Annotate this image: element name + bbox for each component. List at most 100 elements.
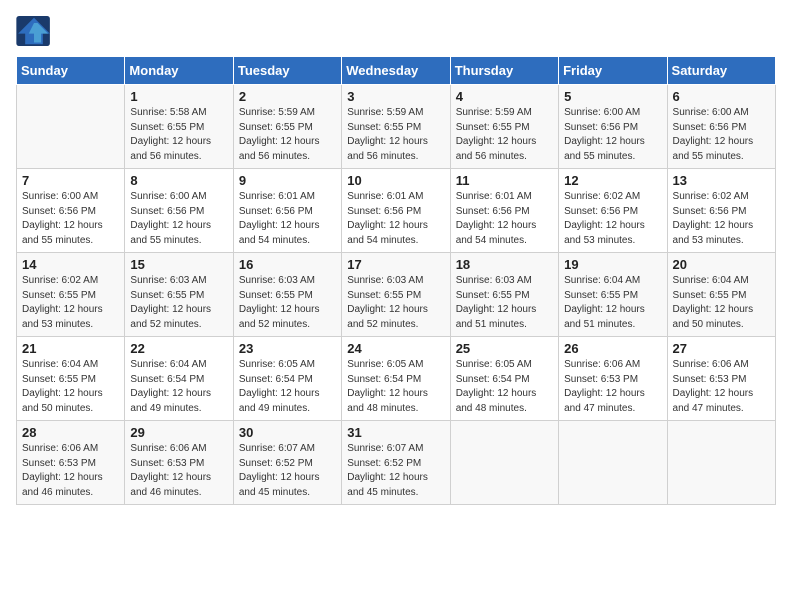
calendar-cell: 30 Sunrise: 6:07 AMSunset: 6:52 PMDayligh… bbox=[233, 421, 341, 505]
header-day: Saturday bbox=[667, 57, 775, 85]
page-header bbox=[16, 16, 776, 46]
day-number: 18 bbox=[456, 257, 553, 272]
day-info: Sunrise: 5:59 AMSunset: 6:55 PMDaylight:… bbox=[347, 106, 444, 164]
calendar-cell: 17 Sunrise: 6:03 AMSunset: 6:55 PMDayligh… bbox=[342, 253, 450, 337]
day-info: Sunrise: 6:01 AMSunset: 6:56 PMDaylight:… bbox=[456, 190, 553, 248]
day-info: Sunrise: 6:00 AMSunset: 6:56 PMDaylight:… bbox=[673, 106, 770, 164]
day-info: Sunrise: 6:04 AMSunset: 6:55 PMDaylight:… bbox=[564, 274, 661, 332]
day-number: 5 bbox=[564, 89, 661, 104]
day-info: Sunrise: 5:59 AMSunset: 6:55 PMDaylight:… bbox=[456, 106, 553, 164]
calendar-cell: 6 Sunrise: 6:00 AMSunset: 6:56 PMDaylight… bbox=[667, 85, 775, 169]
calendar-cell: 20 Sunrise: 6:04 AMSunset: 6:55 PMDayligh… bbox=[667, 253, 775, 337]
day-number: 24 bbox=[347, 341, 444, 356]
day-number: 29 bbox=[130, 425, 227, 440]
day-info: Sunrise: 6:05 AMSunset: 6:54 PMDaylight:… bbox=[456, 358, 553, 416]
day-info: Sunrise: 6:03 AMSunset: 6:55 PMDaylight:… bbox=[130, 274, 227, 332]
day-number: 9 bbox=[239, 173, 336, 188]
calendar-cell: 5 Sunrise: 6:00 AMSunset: 6:56 PMDaylight… bbox=[559, 85, 667, 169]
calendar-cell bbox=[667, 421, 775, 505]
calendar-cell: 10 Sunrise: 6:01 AMSunset: 6:56 PMDayligh… bbox=[342, 169, 450, 253]
day-number: 20 bbox=[673, 257, 770, 272]
calendar-cell: 1 Sunrise: 5:58 AMSunset: 6:55 PMDaylight… bbox=[125, 85, 233, 169]
day-info: Sunrise: 6:06 AMSunset: 6:53 PMDaylight:… bbox=[673, 358, 770, 416]
day-info: Sunrise: 6:03 AMSunset: 6:55 PMDaylight:… bbox=[239, 274, 336, 332]
day-info: Sunrise: 6:01 AMSunset: 6:56 PMDaylight:… bbox=[347, 190, 444, 248]
day-number: 17 bbox=[347, 257, 444, 272]
calendar-cell: 25Sunrise: 6:05 AMSunset: 6:54 PMDayligh… bbox=[450, 337, 558, 421]
calendar-cell: 13 Sunrise: 6:02 AMSunset: 6:56 PMDayligh… bbox=[667, 169, 775, 253]
calendar-cell: 11 Sunrise: 6:01 AMSunset: 6:56 PMDayligh… bbox=[450, 169, 558, 253]
calendar-cell: 24Sunrise: 6:05 AMSunset: 6:54 PMDayligh… bbox=[342, 337, 450, 421]
day-number: 12 bbox=[564, 173, 661, 188]
calendar-cell: 8 Sunrise: 6:00 AMSunset: 6:56 PMDaylight… bbox=[125, 169, 233, 253]
logo-icon bbox=[16, 16, 52, 46]
day-info: Sunrise: 5:59 AMSunset: 6:55 PMDaylight:… bbox=[239, 106, 336, 164]
header-day: Wednesday bbox=[342, 57, 450, 85]
day-number: 13 bbox=[673, 173, 770, 188]
day-number: 30 bbox=[239, 425, 336, 440]
day-number: 26 bbox=[564, 341, 661, 356]
day-number: 6 bbox=[673, 89, 770, 104]
day-info: Sunrise: 6:00 AMSunset: 6:56 PMDaylight:… bbox=[22, 190, 119, 248]
calendar-cell: 2 Sunrise: 5:59 AMSunset: 6:55 PMDaylight… bbox=[233, 85, 341, 169]
day-info: Sunrise: 5:58 AMSunset: 6:55 PMDaylight:… bbox=[130, 106, 227, 164]
day-number: 22 bbox=[130, 341, 227, 356]
day-number: 21 bbox=[22, 341, 119, 356]
calendar-cell: 3Sunrise: 5:59 AMSunset: 6:55 PMDaylight… bbox=[342, 85, 450, 169]
day-number: 2 bbox=[239, 89, 336, 104]
day-info: Sunrise: 6:02 AMSunset: 6:56 PMDaylight:… bbox=[564, 190, 661, 248]
calendar-cell: 23 Sunrise: 6:05 AMSunset: 6:54 PMDayligh… bbox=[233, 337, 341, 421]
header-day: Friday bbox=[559, 57, 667, 85]
calendar-cell: 9 Sunrise: 6:01 AMSunset: 6:56 PMDaylight… bbox=[233, 169, 341, 253]
calendar-week: 7 Sunrise: 6:00 AMSunset: 6:56 PMDaylight… bbox=[17, 169, 776, 253]
day-number: 4 bbox=[456, 89, 553, 104]
day-info: Sunrise: 6:03 AMSunset: 6:55 PMDaylight:… bbox=[347, 274, 444, 332]
calendar-cell: 15Sunrise: 6:03 AMSunset: 6:55 PMDayligh… bbox=[125, 253, 233, 337]
calendar-cell: 14Sunrise: 6:02 AMSunset: 6:55 PMDayligh… bbox=[17, 253, 125, 337]
calendar-cell: 21 Sunrise: 6:04 AMSunset: 6:55 PMDayligh… bbox=[17, 337, 125, 421]
day-info: Sunrise: 6:04 AMSunset: 6:54 PMDaylight:… bbox=[130, 358, 227, 416]
day-number: 11 bbox=[456, 173, 553, 188]
calendar-week: 14Sunrise: 6:02 AMSunset: 6:55 PMDayligh… bbox=[17, 253, 776, 337]
calendar-cell: 18 Sunrise: 6:03 AMSunset: 6:55 PMDayligh… bbox=[450, 253, 558, 337]
calendar-cell: 4 Sunrise: 5:59 AMSunset: 6:55 PMDaylight… bbox=[450, 85, 558, 169]
day-info: Sunrise: 6:00 AMSunset: 6:56 PMDaylight:… bbox=[564, 106, 661, 164]
calendar-cell: 7 Sunrise: 6:00 AMSunset: 6:56 PMDaylight… bbox=[17, 169, 125, 253]
calendar-week: 28 Sunrise: 6:06 AMSunset: 6:53 PMDayligh… bbox=[17, 421, 776, 505]
day-number: 19 bbox=[564, 257, 661, 272]
day-number: 31 bbox=[347, 425, 444, 440]
day-info: Sunrise: 6:05 AMSunset: 6:54 PMDaylight:… bbox=[239, 358, 336, 416]
day-number: 1 bbox=[130, 89, 227, 104]
header-day: Sunday bbox=[17, 57, 125, 85]
day-info: Sunrise: 6:04 AMSunset: 6:55 PMDaylight:… bbox=[673, 274, 770, 332]
calendar-cell: 19 Sunrise: 6:04 AMSunset: 6:55 PMDayligh… bbox=[559, 253, 667, 337]
day-info: Sunrise: 6:03 AMSunset: 6:55 PMDaylight:… bbox=[456, 274, 553, 332]
logo bbox=[16, 16, 56, 46]
day-info: Sunrise: 6:00 AMSunset: 6:56 PMDaylight:… bbox=[130, 190, 227, 248]
day-number: 23 bbox=[239, 341, 336, 356]
calendar-cell bbox=[17, 85, 125, 169]
day-number: 28 bbox=[22, 425, 119, 440]
day-number: 8 bbox=[130, 173, 227, 188]
day-info: Sunrise: 6:04 AMSunset: 6:55 PMDaylight:… bbox=[22, 358, 119, 416]
day-number: 10 bbox=[347, 173, 444, 188]
day-number: 7 bbox=[22, 173, 119, 188]
day-info: Sunrise: 6:02 AMSunset: 6:55 PMDaylight:… bbox=[22, 274, 119, 332]
day-info: Sunrise: 6:07 AMSunset: 6:52 PMDaylight:… bbox=[239, 442, 336, 500]
day-info: Sunrise: 6:06 AMSunset: 6:53 PMDaylight:… bbox=[130, 442, 227, 500]
calendar-cell bbox=[559, 421, 667, 505]
day-info: Sunrise: 6:06 AMSunset: 6:53 PMDaylight:… bbox=[22, 442, 119, 500]
calendar-week: 21 Sunrise: 6:04 AMSunset: 6:55 PMDayligh… bbox=[17, 337, 776, 421]
day-info: Sunrise: 6:02 AMSunset: 6:56 PMDaylight:… bbox=[673, 190, 770, 248]
day-info: Sunrise: 6:07 AMSunset: 6:52 PMDaylight:… bbox=[347, 442, 444, 500]
calendar-cell: 31 Sunrise: 6:07 AMSunset: 6:52 PMDayligh… bbox=[342, 421, 450, 505]
calendar-table: SundayMondayTuesdayWednesdayThursdayFrid… bbox=[16, 56, 776, 505]
day-info: Sunrise: 6:01 AMSunset: 6:56 PMDaylight:… bbox=[239, 190, 336, 248]
calendar-cell bbox=[450, 421, 558, 505]
calendar-cell: 27 Sunrise: 6:06 AMSunset: 6:53 PMDayligh… bbox=[667, 337, 775, 421]
header-day: Tuesday bbox=[233, 57, 341, 85]
calendar-cell: 29 Sunrise: 6:06 AMSunset: 6:53 PMDayligh… bbox=[125, 421, 233, 505]
header-row: SundayMondayTuesdayWednesdayThursdayFrid… bbox=[17, 57, 776, 85]
header-day: Thursday bbox=[450, 57, 558, 85]
day-number: 27 bbox=[673, 341, 770, 356]
